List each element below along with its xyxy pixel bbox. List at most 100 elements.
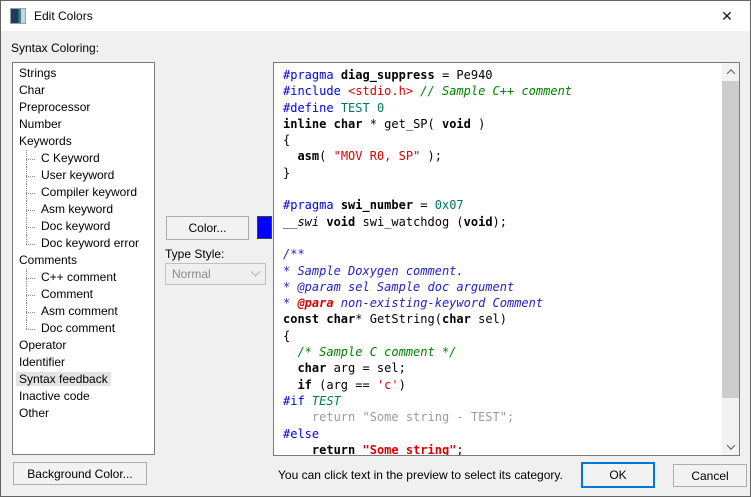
code-token-pp[interactable]: #pragma xyxy=(283,68,334,82)
ok-button[interactable]: OK xyxy=(581,462,655,488)
code-token-num[interactable]: 0x07 xyxy=(435,198,464,212)
code-token-plain[interactable]: ) xyxy=(399,378,406,392)
code-line[interactable]: const char* GetString(char sel) xyxy=(283,311,719,327)
code-token-plain[interactable]: } xyxy=(283,166,290,180)
code-token-plain[interactable]: arg = sel; xyxy=(326,361,405,375)
category-item-operator[interactable]: Operator xyxy=(13,337,154,354)
category-item-comments[interactable]: Comments xyxy=(13,252,154,269)
code-token-dox[interactable]: non-existing-keyword Comment xyxy=(334,296,544,310)
code-token-plain[interactable] xyxy=(355,443,362,455)
code-token-plain[interactable]: ); xyxy=(420,149,442,163)
category-item-other[interactable]: Other xyxy=(13,405,154,422)
code-token-bold[interactable]: diag_suppress xyxy=(341,68,435,82)
category-item-c-comment[interactable]: C++ comment xyxy=(13,269,154,286)
code-token-plain[interactable]: ( xyxy=(319,149,333,163)
preview-scrollbar[interactable] xyxy=(722,63,739,455)
code-token-pp[interactable]: #define xyxy=(283,101,334,115)
code-token-kw[interactable]: char xyxy=(334,117,363,131)
category-item-preprocessor[interactable]: Preprocessor xyxy=(13,99,154,116)
category-item-asm-keyword[interactable]: Asm keyword xyxy=(13,201,154,218)
code-token-plain[interactable]: * GetString( xyxy=(355,312,442,326)
code-line[interactable]: #define TEST 0 xyxy=(283,100,719,116)
code-token-strb[interactable]: "Some string" xyxy=(363,443,457,455)
code-token-kw[interactable]: if xyxy=(297,378,311,392)
code-token-kw[interactable]: char xyxy=(326,312,355,326)
code-token-pp[interactable]: #pragma xyxy=(283,198,334,212)
code-line[interactable]: if (arg == 'c') xyxy=(283,377,719,393)
code-line[interactable]: #pragma swi_number = 0x07 xyxy=(283,197,719,213)
code-token-num[interactable]: 0 xyxy=(377,101,384,115)
code-line[interactable]: * @param sel Sample doc argument xyxy=(283,279,719,295)
code-line[interactable]: * Sample Doxygen comment. xyxy=(283,263,719,279)
code-line[interactable] xyxy=(283,181,719,197)
cancel-button[interactable]: Cancel xyxy=(673,464,747,487)
code-token-plain[interactable] xyxy=(370,101,377,115)
code-token-num[interactable]: TEST xyxy=(341,101,370,115)
code-token-kw[interactable]: inline xyxy=(283,117,326,131)
code-token-plain[interactable] xyxy=(334,101,341,115)
close-button[interactable]: ✕ xyxy=(704,1,750,31)
code-token-doxerr[interactable]: @para xyxy=(297,296,333,310)
title-bar[interactable]: Edit Colors ✕ xyxy=(1,1,750,31)
code-token-plain[interactable] xyxy=(334,68,341,82)
category-item-user-keyword[interactable]: User keyword xyxy=(13,167,154,184)
category-item-doc-comment[interactable]: Doc comment xyxy=(13,320,154,337)
code-token-kw[interactable]: char xyxy=(442,312,471,326)
scrollbar-thumb[interactable] xyxy=(722,81,739,398)
category-item-asm-comment[interactable]: Asm comment xyxy=(13,303,154,320)
code-token-kw[interactable]: void xyxy=(442,117,471,131)
code-token-kw[interactable]: const xyxy=(283,312,319,326)
code-line[interactable]: __swi void swi_watchdog (void); xyxy=(283,214,719,230)
code-line[interactable] xyxy=(283,230,719,246)
code-token-plain[interactable] xyxy=(326,117,333,131)
code-token-str[interactable]: <stdio.h> xyxy=(348,84,413,98)
code-line[interactable]: return "Some string"; xyxy=(283,442,719,455)
code-token-plain[interactable] xyxy=(341,84,348,98)
code-token-kw[interactable]: void xyxy=(464,215,493,229)
code-token-plain[interactable]: ); xyxy=(493,215,507,229)
code-token-str[interactable]: "MOV R0, SP" xyxy=(334,149,421,163)
code-line[interactable]: } xyxy=(283,165,719,181)
code-token-plain[interactable]: { xyxy=(283,133,290,147)
code-token-pp[interactable]: #else xyxy=(283,427,319,441)
code-token-plain[interactable] xyxy=(283,361,297,375)
code-token-dox[interactable]: * Sample Doxygen comment. xyxy=(283,264,464,278)
code-token-dox[interactable]: * xyxy=(283,296,297,310)
code-token-plain[interactable] xyxy=(283,378,297,392)
scroll-down-button[interactable] xyxy=(722,438,739,455)
code-line[interactable]: #else xyxy=(283,426,719,442)
background-color-button[interactable]: Background Color... xyxy=(13,462,147,485)
code-token-plain[interactable]: swi_watchdog ( xyxy=(355,215,463,229)
code-token-plain[interactable]: ) xyxy=(471,117,485,131)
code-line[interactable]: #if TEST xyxy=(283,393,719,409)
category-item-compiler-keyword[interactable]: Compiler keyword xyxy=(13,184,154,201)
code-token-plain[interactable] xyxy=(283,345,297,359)
code-token-kw[interactable]: char xyxy=(297,361,326,375)
code-token-numi[interactable]: TEST xyxy=(312,394,341,408)
code-line[interactable]: { xyxy=(283,132,719,148)
code-line[interactable]: /* Sample C comment */ xyxy=(283,344,719,360)
code-line[interactable]: return "Some string - TEST"; xyxy=(283,409,719,425)
category-item-doc-keyword-error[interactable]: Doc keyword error xyxy=(13,235,154,252)
code-token-str[interactable]: 'c' xyxy=(377,378,399,392)
code-token-com[interactable]: // Sample C++ comment xyxy=(420,84,572,98)
category-item-comment[interactable]: Comment xyxy=(13,286,154,303)
category-item-strings[interactable]: Strings xyxy=(13,65,154,82)
category-item-identifier[interactable]: Identifier xyxy=(13,354,154,371)
code-token-plain[interactable] xyxy=(305,394,312,408)
code-token-plain[interactable] xyxy=(283,149,297,163)
code-token-plain[interactable]: = xyxy=(413,198,435,212)
code-token-bold[interactable]: swi_number xyxy=(341,198,413,212)
code-token-kw[interactable]: void xyxy=(326,215,355,229)
category-item-char[interactable]: Char xyxy=(13,82,154,99)
code-token-dox[interactable]: /** xyxy=(283,247,305,261)
category-item-number[interactable]: Number xyxy=(13,116,154,133)
code-line[interactable]: * @para non-existing-keyword Comment xyxy=(283,295,719,311)
code-token-com[interactable]: /* Sample C comment */ xyxy=(297,345,456,359)
code-token-pp[interactable]: #if xyxy=(283,394,305,408)
code-line[interactable]: char arg = sel; xyxy=(283,360,719,376)
scroll-up-button[interactable] xyxy=(722,63,739,80)
category-item-doc-keyword[interactable]: Doc keyword xyxy=(13,218,154,235)
category-item-c-keyword[interactable]: C Keyword xyxy=(13,150,154,167)
code-token-kw[interactable]: return xyxy=(312,443,355,455)
